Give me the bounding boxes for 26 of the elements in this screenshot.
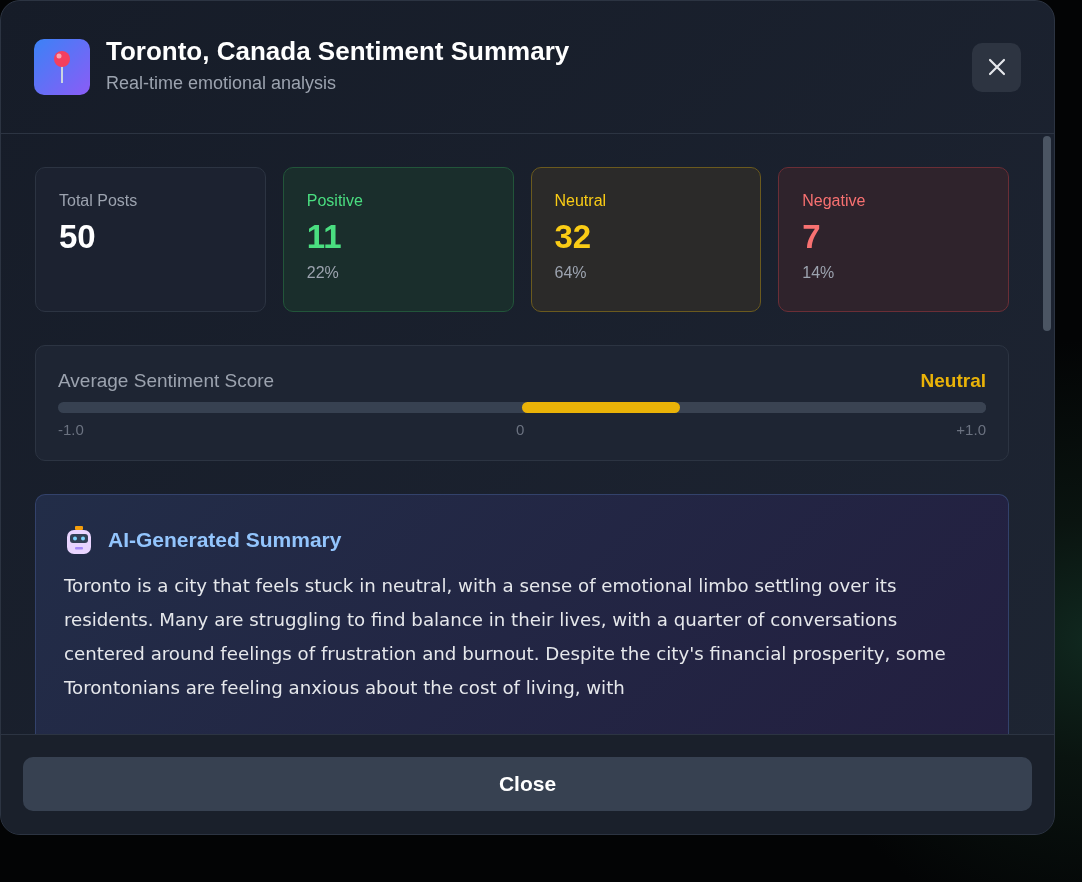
close-button[interactable]: Close [23, 757, 1032, 811]
summary-title: AI-Generated Summary [108, 528, 342, 552]
stat-label: Total Posts [59, 192, 139, 210]
stat-percent: 22% [306, 264, 340, 282]
stat-value: 7 [802, 218, 822, 256]
scale-tick: +1.0 [956, 421, 986, 438]
scale-tick: -1.0 [58, 421, 84, 438]
stat-value: 50 [59, 218, 97, 256]
close-icon-button[interactable] [972, 42, 1021, 92]
stat-label: Positive [306, 192, 364, 210]
modal-title: Toronto, Canada Sentiment Summary [106, 36, 571, 67]
robot-icon [64, 525, 94, 555]
stat-percent: 64% [554, 264, 588, 282]
stat-label: Negative [802, 192, 867, 210]
modal-subtitle: Real-time emotional analysis [106, 73, 338, 94]
summary-text: Toronto is a city that feels stuck in neutral, with a sense of emotional limbo settling over its residents. Many are struggling to find balance in their lives, with a quarter of conversations centered around feelings of frustration and burnout. Despite the city's financial prosperity, some Torontonians are feeling anxious about the cost of living, with [64, 574, 947, 700]
stat-percent: 14% [802, 264, 836, 282]
close-icon [987, 58, 1006, 76]
score-label: Average Sentiment Score [58, 370, 275, 392]
score-verdict: Neutral [920, 370, 986, 392]
scrollbar[interactable] [1043, 136, 1051, 331]
pushpin-icon [34, 39, 90, 95]
stat-value: 11 [306, 218, 343, 256]
stat-label: Neutral [554, 192, 608, 210]
stat-value: 32 [554, 218, 593, 256]
scale-tick: 0 [515, 421, 525, 438]
